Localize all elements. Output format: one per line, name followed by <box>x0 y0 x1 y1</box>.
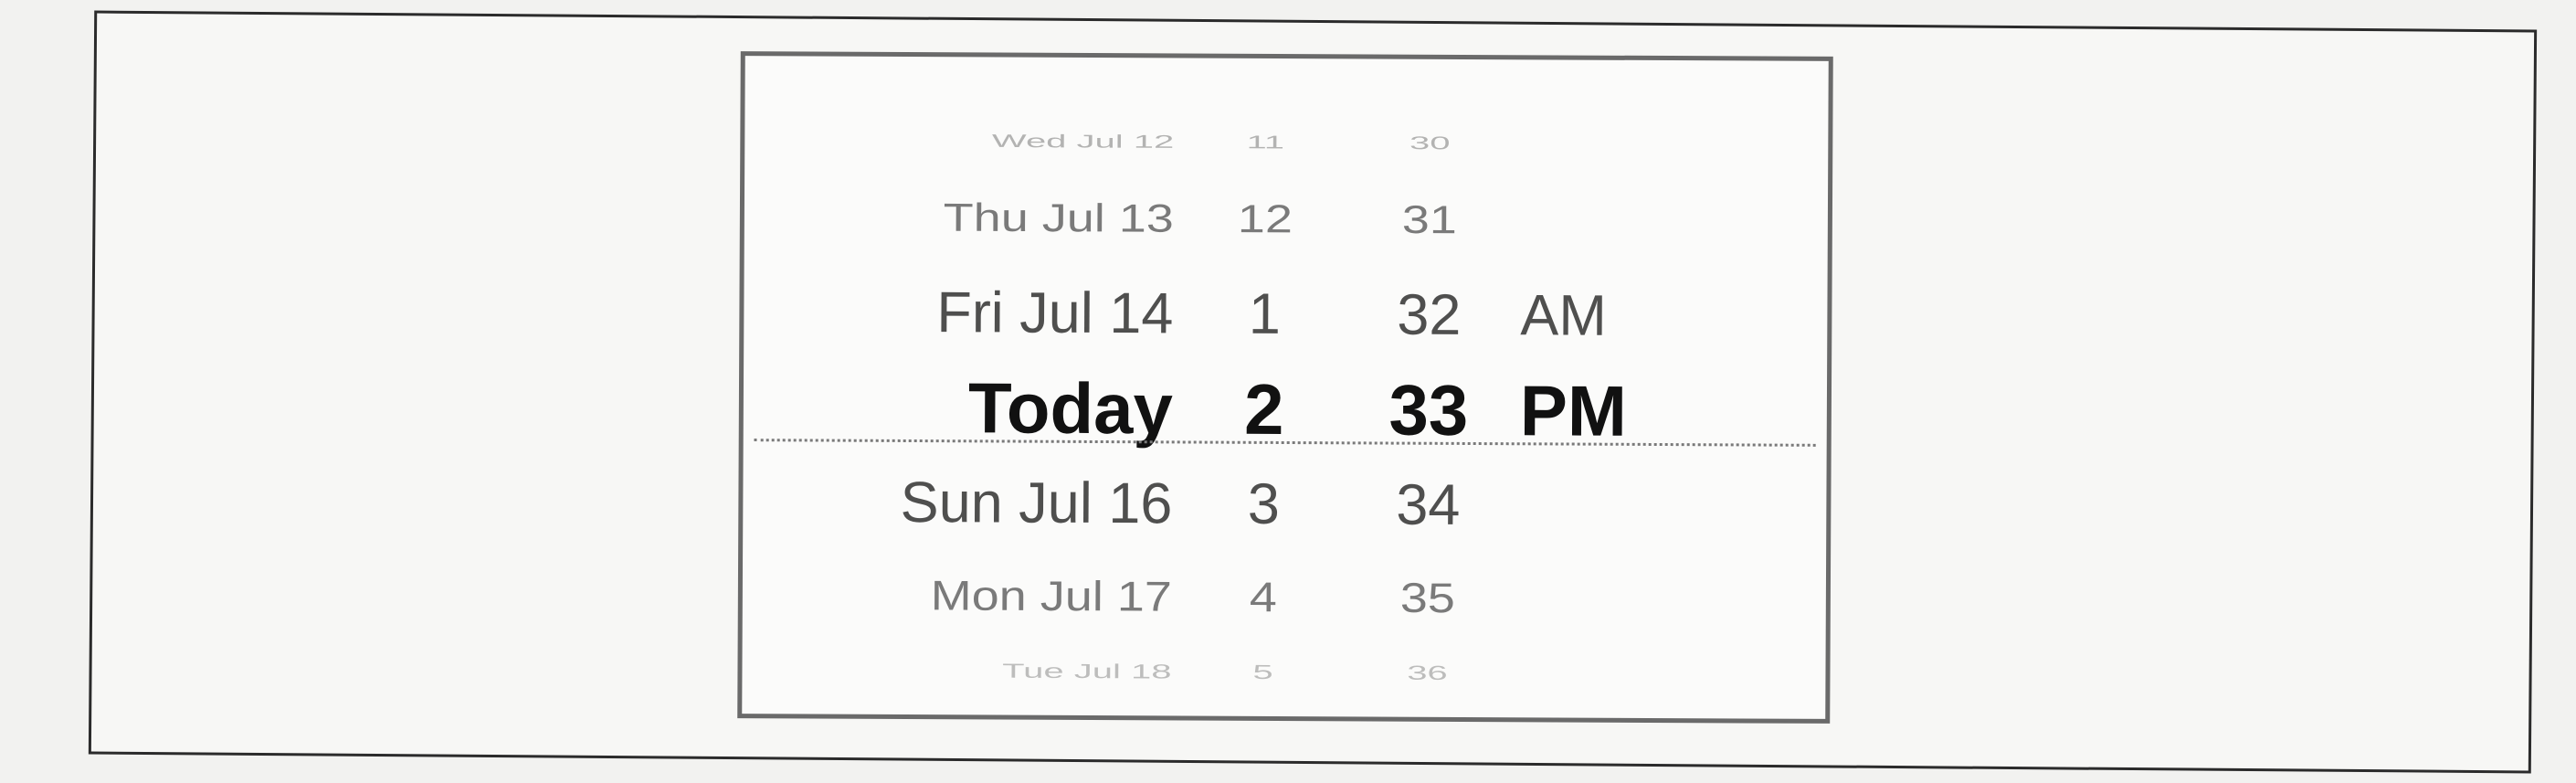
hour-cell: 5 <box>1252 661 1273 684</box>
minute-cell: 35 <box>1399 575 1456 622</box>
picker-row[interactable]: Mon Jul 17 4 35 <box>743 564 1826 631</box>
picker-row[interactable]: Tue Jul 18 5 36 <box>742 650 1825 695</box>
hour-cell: 4 <box>1249 574 1278 621</box>
date-cell: Sun Jul 16 <box>900 470 1173 536</box>
date-cell: Tue Jul 18 <box>1002 660 1172 683</box>
selected-minute-cell: 33 <box>1388 369 1469 450</box>
minute-cell: 36 <box>1407 661 1448 684</box>
date-cell: Fri Jul 14 <box>936 280 1174 346</box>
picker-row[interactable]: Thu Jul 13 12 31 <box>744 187 1828 251</box>
selected-ampm-cell: PM <box>1519 370 1628 451</box>
minute-cell: 30 <box>1409 132 1451 153</box>
ampm-cell: AM <box>1520 283 1608 348</box>
date-cell: Mon Jul 17 <box>930 572 1173 620</box>
picker-row[interactable]: Fri Jul 14 1 32 AM <box>744 275 1827 354</box>
selected-picker-row[interactable]: Today 2 33 PM <box>744 367 1827 451</box>
hour-cell: 12 <box>1237 196 1293 242</box>
picker-row[interactable]: Wed Jul 12 11 30 <box>744 122 1828 164</box>
minute-cell: 31 <box>1401 197 1458 242</box>
date-cell: Thu Jul 13 <box>943 196 1175 241</box>
selected-date-cell: Today <box>967 367 1174 450</box>
hour-cell: 3 <box>1247 471 1281 536</box>
picker-columns: Wed Jul 12 11 30 Thu Jul 13 12 31 Fri Ju… <box>742 56 1829 719</box>
date-time-picker[interactable]: Wed Jul 12 11 30 Thu Jul 13 12 31 Fri Ju… <box>737 51 1833 724</box>
minute-cell: 34 <box>1396 472 1461 537</box>
selected-hour-cell: 2 <box>1243 368 1284 450</box>
hour-cell: 1 <box>1248 281 1282 346</box>
minute-cell: 32 <box>1397 282 1462 347</box>
picker-row[interactable]: Sun Jul 16 3 34 <box>743 465 1826 544</box>
date-cell: Wed Jul 12 <box>991 131 1175 153</box>
hour-cell: 11 <box>1246 132 1285 153</box>
